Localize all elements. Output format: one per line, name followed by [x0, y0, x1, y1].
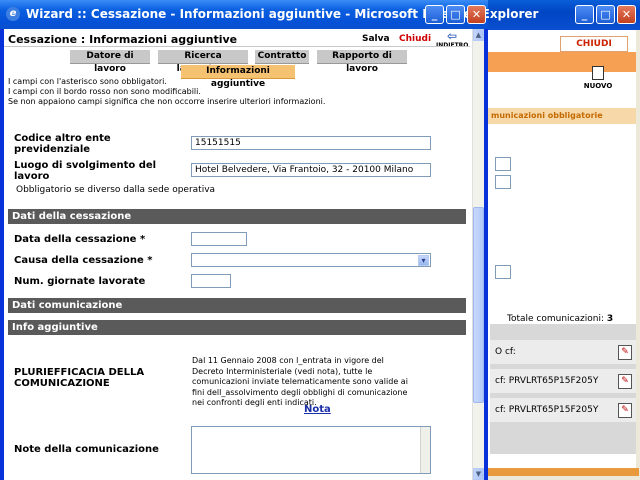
bg-footer-bar	[487, 468, 639, 476]
bg-input[interactable]	[495, 265, 511, 279]
textarea-scrollbar[interactable]	[420, 427, 430, 473]
note-comunicazione-textarea[interactable]	[191, 426, 431, 474]
view-document-icon[interactable]: ✎	[618, 374, 632, 389]
view-document-icon[interactable]: ✎	[618, 403, 632, 418]
luogo-label: Luogo di svolgimento del lavoro	[14, 160, 157, 182]
bg-totale-label: Totale comunicazioni:	[507, 314, 604, 324]
window-titlebar[interactable]: e Wizard :: Cessazione - Informazioni ag…	[0, 0, 538, 29]
bg-tab-comunicazioni[interactable]: municazioni obbligatorie	[487, 108, 636, 124]
data-cessazione-label: Data della cessazione *	[14, 234, 146, 245]
maximize-button[interactable]: □	[596, 5, 615, 24]
scroll-down-arrow-icon[interactable]: ▼	[473, 468, 484, 480]
ie-icon: e	[6, 7, 20, 21]
section-info-aggiuntive: Info aggiuntive	[8, 320, 466, 335]
view-document-icon[interactable]: ✎	[618, 345, 632, 360]
minimize-button[interactable]: _	[425, 5, 444, 24]
tab-contratto[interactable]: Contratto	[255, 50, 309, 64]
instruction-line: I campi con il bordo rosso non sono modi…	[8, 87, 201, 96]
giornate-label: Num. giornate lavorate	[14, 276, 146, 287]
minimize-button[interactable]: _	[575, 5, 594, 24]
scrollbar-thumb[interactable]	[473, 207, 484, 403]
pluriefficacia-text: Dal 11 Gennaio 2008 con l_entrata in vig…	[192, 356, 408, 407]
tab-rapporto-di-lavoro[interactable]: Rapporto di lavoro	[317, 50, 407, 74]
bg-nuovo-button[interactable]: NUOVO	[583, 66, 613, 90]
background-page: CHIUDI NUOVO municazioni obbligatorie To…	[484, 30, 639, 476]
scroll-up-arrow-icon[interactable]: ▲	[473, 29, 484, 41]
salva-button[interactable]: Salva	[362, 34, 390, 44]
header-divider	[4, 46, 470, 47]
codice-altro-ente-label: Codice altro ente previdenziale	[14, 133, 111, 155]
wizard-window: e Wizard :: Cessazione - Informazioni ag…	[0, 0, 538, 480]
bg-totale: Totale comunicazioni: 3	[507, 314, 613, 324]
list-item[interactable]: cf: PRVLRT65P15F205Y ✎	[490, 369, 636, 393]
close-button[interactable]: ✕	[467, 5, 486, 24]
chevron-down-icon[interactable]: ▾	[418, 255, 429, 266]
background-window: _ □ ✕ CHIUDI NUOVO municazioni obbligato…	[480, 0, 640, 480]
data-cessazione-field[interactable]	[191, 232, 247, 246]
tab-ricerca-lavoratore[interactable]: Ricerca lavoratore	[158, 50, 248, 74]
section-dati-cessazione: Dati della cessazione	[8, 209, 466, 224]
list-item[interactable]: O cf: ✎	[490, 340, 636, 364]
bg-input[interactable]	[495, 157, 511, 171]
luogo-field[interactable]: Hotel Belvedere, Via Frantoio, 32 - 2010…	[191, 163, 431, 177]
luogo-note: Obbligatorio se diverso dalla sede opera…	[16, 185, 216, 195]
instruction-line: Se non appaiono campi significa che non …	[8, 97, 326, 106]
page-content: Cessazione : Informazioni aggiuntive Sal…	[4, 29, 484, 480]
document-icon	[592, 66, 604, 80]
instructions: I campi con l'asterisco sono obbligatori…	[8, 77, 325, 107]
tab-datore-di-lavoro[interactable]: Datore di lavoro	[70, 50, 150, 74]
back-arrow-icon: ⇦	[446, 29, 458, 43]
bg-chiudi-button[interactable]: CHIUDI	[560, 36, 628, 52]
list-item-text: cf: PRVLRT65P15F205Y	[495, 376, 599, 386]
section-dati-comunicazione: Dati comunicazione	[8, 298, 466, 313]
bg-input[interactable]	[495, 175, 511, 189]
bg-nuovo-label: NUOVO	[583, 82, 613, 90]
list-item[interactable]: cf: PRVLRT65P15F205Y ✎	[490, 398, 636, 422]
giornate-field[interactable]	[191, 274, 231, 288]
list-item-text: cf: PRVLRT65P15F205Y	[495, 405, 599, 415]
bg-header-bar	[487, 52, 636, 72]
bg-totale-value: 3	[606, 314, 614, 324]
page-title: Cessazione : Informazioni aggiuntive	[8, 33, 238, 46]
codice-altro-ente-field[interactable]: 15151515	[191, 136, 431, 150]
nota-link[interactable]: Nota	[304, 404, 331, 415]
close-button[interactable]: ✕	[617, 5, 636, 24]
maximize-button[interactable]: □	[446, 5, 465, 24]
pluriefficacia-label: PLURIEFFICACIA DELLA COMUNICAZIONE	[14, 367, 145, 389]
note-comunicazione-label: Note della comunicazione	[14, 444, 159, 455]
page-scrollbar[interactable]: ▲ ▼	[472, 29, 484, 480]
causa-cessazione-label: Causa della cessazione *	[14, 255, 153, 266]
instruction-line: I campi con l'asterisco sono obbligatori…	[8, 77, 167, 86]
list-item-text: O cf:	[495, 347, 516, 357]
chiudi-button[interactable]: Chiudi	[399, 34, 431, 44]
causa-cessazione-select[interactable]: ▾	[191, 253, 431, 267]
